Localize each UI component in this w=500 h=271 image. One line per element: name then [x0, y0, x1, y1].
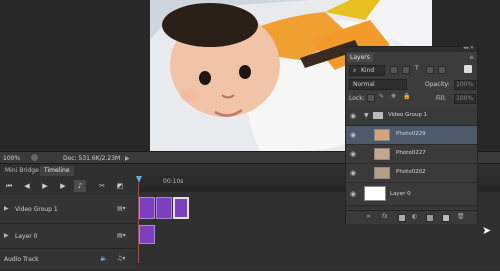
trash-icon[interactable]: 🗑 — [457, 213, 465, 220]
layers-panel: ◂◂ ✕ Layers ≡ ⌕ Kind T Normal Opacity: 1… — [345, 45, 478, 224]
pixel-filter-icon[interactable] — [390, 66, 398, 74]
layer-row-photo0229[interactable]: ◉ Photo0229 — [346, 126, 477, 145]
link-icon[interactable]: ∞ — [366, 213, 371, 220]
layer-list: ◉ ▼ Video Group 1 ◉ Photo0229 ◉ Photo022… — [346, 107, 477, 209]
play-icon[interactable]: ▶ — [39, 180, 51, 192]
first-frame-icon[interactable]: ⏮ — [3, 180, 15, 192]
audio-icon[interactable]: ♪ — [74, 180, 86, 192]
layer-thumbnail — [364, 186, 386, 201]
blend-mode-select[interactable]: Normal — [349, 79, 407, 90]
lock-transparency-icon[interactable] — [367, 94, 375, 102]
lock-image-icon[interactable]: ✎ — [379, 93, 384, 100]
adjustment-icon[interactable]: ◐ — [412, 213, 417, 220]
film-icon[interactable]: ▤▾ — [117, 205, 126, 212]
playhead-line[interactable] — [138, 183, 139, 263]
next-frame-icon[interactable]: ▶ — [57, 180, 69, 192]
layer-row-photo0202[interactable]: ◉ Photo0202 — [346, 164, 477, 183]
track-video-group[interactable]: ▶ Video Group 1 ▤▾ — [0, 195, 136, 224]
panel-menu-icon[interactable]: ≡ — [469, 54, 474, 61]
clip-photo0227[interactable] — [156, 197, 172, 219]
lock-label: Lock: — [349, 95, 365, 102]
smart-filter-icon[interactable] — [438, 66, 446, 74]
folder-icon — [373, 112, 383, 119]
filter-kind-select[interactable]: ⌕ Kind — [349, 65, 385, 76]
status-arrow-icon[interactable]: ▶ — [125, 155, 130, 162]
visibility-eye-icon[interactable]: ◉ — [349, 169, 357, 177]
collapse-icon[interactable]: ◂◂ ✕ — [463, 45, 474, 51]
visibility-eye-icon[interactable]: ◉ — [349, 131, 357, 139]
tab-mini-bridge[interactable]: Mini Bridge — [1, 166, 43, 176]
type-filter-icon[interactable]: T — [415, 65, 419, 72]
layer-row-layer-0[interactable]: ◉ Layer 0 — [346, 183, 477, 206]
track-label: Video Group 1 — [15, 206, 58, 213]
track-label: Layer 0 — [15, 233, 38, 240]
film-icon[interactable]: ▤▾ — [117, 232, 126, 239]
layer-name: Video Group 1 — [388, 112, 428, 118]
visibility-eye-icon[interactable]: ◉ — [349, 112, 357, 120]
track-label: Audio Track — [4, 256, 39, 263]
opacity-input[interactable]: 100% — [454, 80, 476, 90]
clip-photo0202[interactable] — [139, 197, 155, 219]
lock-all-icon[interactable]: 🔒 — [403, 93, 410, 100]
mouse-cursor-icon: ➤ — [482, 224, 492, 237]
layer-thumbnail — [374, 129, 390, 141]
layer-row-video-group[interactable]: ◉ ▼ Video Group 1 — [346, 107, 477, 126]
opacity-label: Opacity: — [425, 81, 450, 88]
clip-photo0229[interactable] — [173, 197, 189, 219]
new-group-icon[interactable] — [426, 214, 434, 222]
clip-layer-0[interactable] — [139, 225, 155, 244]
visibility-eye-icon[interactable]: ◉ — [349, 150, 357, 158]
blend-mode-value: Normal — [353, 81, 375, 88]
layers-footer: ∞ fx ◐ 🗑 — [346, 210, 477, 224]
layer-thumbnail — [374, 148, 390, 160]
panel-grip[interactable]: ◂◂ ✕ — [346, 45, 477, 52]
search-icon: ⌕ — [353, 67, 357, 74]
layer-name: Photo0227 — [396, 150, 426, 156]
track-layer-0[interactable]: ▶ Layer 0 ▤▾ — [0, 224, 136, 249]
adjustment-filter-icon[interactable] — [402, 66, 410, 74]
layer-row-photo0227[interactable]: ◉ Photo0227 — [346, 145, 477, 164]
filter-kind-value: Kind — [361, 67, 375, 74]
status-menu-icon[interactable] — [31, 154, 38, 161]
prev-frame-icon[interactable]: ◀ — [21, 180, 33, 192]
layers-tab[interactable]: Layers — [347, 53, 373, 62]
fill-label: Fill: — [436, 95, 447, 102]
layer-name: Layer 0 — [390, 191, 411, 197]
visibility-eye-icon[interactable]: ◉ — [349, 190, 357, 198]
expand-icon[interactable]: ▶ — [4, 232, 9, 239]
doc-size: Doc: 531.6K/2.23M — [63, 155, 121, 162]
track-audio[interactable]: Audio Track 🔈 ♫▾ — [0, 249, 136, 271]
layer-name: Photo0229 — [396, 131, 426, 137]
shape-filter-icon[interactable] — [426, 66, 434, 74]
fill-input[interactable]: 100% — [454, 94, 476, 104]
zoom-level[interactable]: 100% — [3, 155, 20, 162]
lock-position-icon[interactable]: ✥ — [391, 93, 396, 100]
new-layer-icon[interactable] — [442, 214, 450, 222]
group-expand-icon[interactable]: ▼ — [364, 112, 369, 119]
transition-icon[interactable]: ◩ — [114, 180, 126, 192]
music-icon[interactable]: ♫▾ — [117, 255, 125, 262]
tab-timeline[interactable]: Timeline — [40, 166, 74, 176]
layer-thumbnail — [374, 167, 390, 179]
filter-toggle-icon[interactable] — [464, 65, 472, 73]
mask-icon[interactable] — [398, 214, 406, 222]
fx-icon[interactable]: fx — [382, 213, 388, 220]
layer-name: Photo0202 — [396, 169, 426, 175]
split-icon[interactable]: ✂ — [96, 180, 108, 192]
expand-icon[interactable]: ▶ — [4, 205, 9, 212]
ruler-label: 00:10s — [163, 178, 184, 185]
speaker-icon[interactable]: 🔈 — [100, 255, 107, 262]
